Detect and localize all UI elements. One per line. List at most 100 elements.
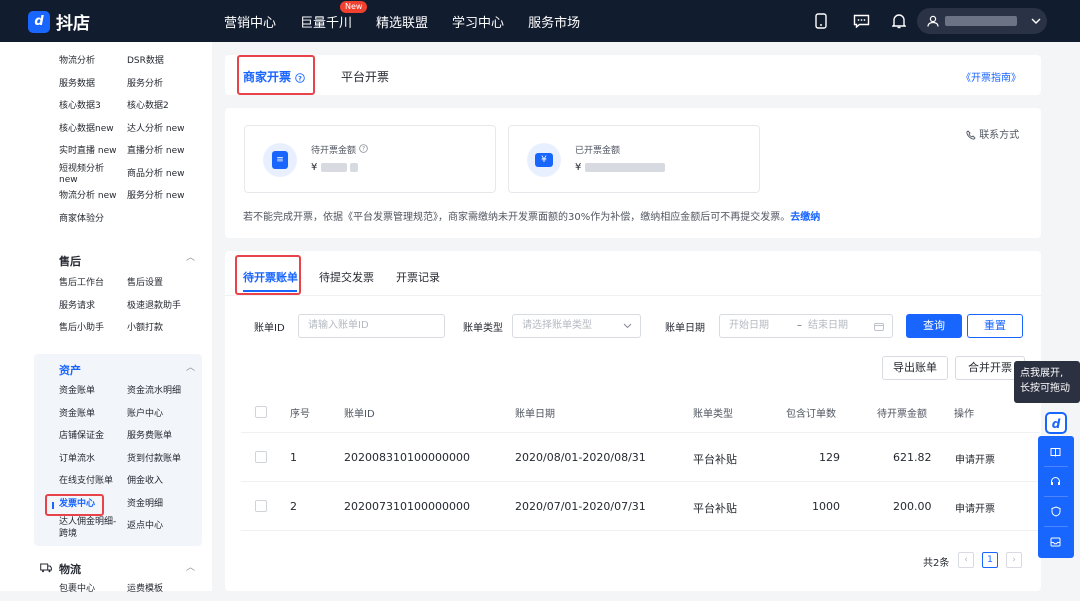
sidebar-item[interactable]: 实时直播 new xyxy=(59,140,127,163)
sidebar-item[interactable]: 达人佣金明细-跨境 xyxy=(59,515,123,543)
bell-icon[interactable] xyxy=(890,12,908,30)
sidebar-item[interactable]: 短视频分析 new xyxy=(59,163,119,186)
nav-qianchuan[interactable]: 巨量千川 New xyxy=(300,0,368,31)
sidebar-item[interactable]: 货到付款账单 xyxy=(127,448,207,471)
sidebar-item[interactable]: 账户中心 xyxy=(127,403,207,426)
sidebar-section-logistics[interactable]: 物流 xyxy=(59,561,81,577)
svg-text:?: ? xyxy=(362,147,365,153)
row-pending-amount: 621.82 xyxy=(893,451,932,464)
total-count: 共2条 xyxy=(923,558,950,569)
sidebar-item[interactable]: 资金账单 xyxy=(59,403,127,426)
row-checkbox[interactable] xyxy=(255,451,267,463)
pay-link[interactable]: 去缴纳 xyxy=(790,212,820,223)
mobile-icon[interactable] xyxy=(812,12,830,30)
contact-link[interactable]: 联系方式 xyxy=(966,126,1019,141)
sidebar-item[interactable]: 返点中心 xyxy=(127,515,207,538)
douyin-shop-logo-icon[interactable]: d xyxy=(1043,412,1069,436)
contact-label: 联系方式 xyxy=(979,130,1020,141)
sidebar-item[interactable]: 商家体验分 xyxy=(59,208,127,231)
chevron-up-icon[interactable]: ︿ xyxy=(186,250,195,263)
sidebar-item[interactable]: 资金明细 xyxy=(127,493,207,516)
nav-marketing[interactable]: 营销中心 xyxy=(224,12,276,31)
chevron-up-icon[interactable]: ︿ xyxy=(186,360,195,373)
nav-alliance[interactable]: 精选联盟 xyxy=(376,12,428,31)
inbox-icon[interactable] xyxy=(1049,535,1062,548)
sidebar-item[interactable]: 资金账单 xyxy=(59,380,127,403)
start-date-placeholder: 开始日期 xyxy=(729,320,769,331)
sidebar-item[interactable]: 售后工作台 xyxy=(59,272,127,295)
export-bill-button[interactable]: 导出账单 xyxy=(882,356,948,380)
prev-page-button[interactable]: ‹ xyxy=(958,552,974,568)
th-pending-amount: 待开票金额 xyxy=(877,409,927,420)
user-menu[interactable] xyxy=(917,8,1047,34)
sidebar-item[interactable]: 达人分析 new xyxy=(127,118,207,141)
nav-service-market[interactable]: 服务市场 xyxy=(528,12,580,31)
apply-invoice-link[interactable]: 申请开票 xyxy=(955,451,995,466)
sidebar-item[interactable]: 订单流水 xyxy=(59,448,127,471)
book-icon[interactable] xyxy=(1049,445,1062,458)
app-logo[interactable]: d 抖店 xyxy=(28,9,90,34)
sidebar-data-group: 物流分析 DSR数据 服务数据 服务分析 核心数据3 核心数据2 核心数据new… xyxy=(59,50,207,230)
shield-icon[interactable] xyxy=(1049,505,1062,518)
bill-id-input[interactable]: 请输入账单ID xyxy=(298,314,445,338)
sidebar-section-aftersale[interactable]: 售后 xyxy=(59,253,81,269)
invoice-doc-icon: ≡ xyxy=(263,143,297,177)
nav-learning[interactable]: 学习中心 xyxy=(452,12,504,31)
invoice-guide-link[interactable]: 《开票指南》 xyxy=(961,69,1021,84)
headset-icon[interactable] xyxy=(1049,475,1062,488)
sidebar-item[interactable]: DSR数据 xyxy=(127,50,207,73)
sidebar-item[interactable]: 极速退款助手 xyxy=(127,295,207,318)
sidebar-item[interactable]: 服务分析 new xyxy=(127,185,207,208)
bill-type-placeholder: 请选择账单类型 xyxy=(522,320,592,331)
row-bill-id-link[interactable]: 202007310100000000 xyxy=(344,500,470,513)
masked-amount xyxy=(320,162,347,172)
sidebar-item[interactable]: 核心数据2 xyxy=(127,95,207,118)
sidebar-item[interactable]: 包裹中心 xyxy=(59,578,127,601)
sidebar-item[interactable]: 物流分析 xyxy=(59,50,127,73)
query-button[interactable]: 查询 xyxy=(906,314,962,338)
sidebar-item[interactable]: 资金流水明细 xyxy=(127,380,207,403)
sidebar-logistics-group: 包裹中心 运费模板 xyxy=(59,578,207,601)
message-icon[interactable] xyxy=(852,12,870,30)
tab-platform-invoice[interactable]: 平台开票 xyxy=(341,68,389,85)
sidebar-item[interactable]: 在线支付账单 xyxy=(59,470,127,493)
tab-invoice-records[interactable]: 开票记录 xyxy=(396,269,440,285)
sidebar-item[interactable]: 核心数据new xyxy=(59,118,127,141)
sidebar-item[interactable]: 商品分析 new xyxy=(127,163,207,186)
sidebar-item[interactable]: 服务数据 xyxy=(59,73,127,96)
row-divider xyxy=(241,530,1040,531)
tab-pending-submit[interactable]: 待提交发票 xyxy=(319,269,374,285)
sidebar-item[interactable]: 售后小助手 xyxy=(59,317,127,340)
reset-button[interactable]: 重置 xyxy=(967,314,1023,338)
sidebar-item[interactable]: 服务费账单 xyxy=(127,425,207,448)
sidebar-item[interactable]: 核心数据3 xyxy=(59,95,127,118)
select-all-checkbox[interactable] xyxy=(255,406,267,418)
calendar-icon xyxy=(874,322,884,331)
bill-date-range[interactable]: 开始日期 – 结束日期 xyxy=(719,314,893,338)
sidebar-item[interactable]: 直播分析 new xyxy=(127,140,207,163)
bill-type-select[interactable]: 请选择账单类型 xyxy=(512,314,641,338)
next-page-button[interactable]: › xyxy=(1006,552,1022,568)
sidebar-item[interactable]: 服务分析 xyxy=(127,73,207,96)
nav-qianchuan-label: 巨量千川 xyxy=(300,15,353,31)
currency-symbol: ¥ xyxy=(311,162,318,173)
sidebar-item[interactable]: 店铺保证金 xyxy=(59,425,127,448)
sidebar-item[interactable]: 小额打款 xyxy=(127,317,207,340)
sidebar-item[interactable]: 服务请求 xyxy=(59,295,127,318)
sidebar-item[interactable]: 运费模板 xyxy=(127,578,207,601)
row-checkbox[interactable] xyxy=(255,500,267,512)
row-bill-date: 2020/07/01-2020/07/31 xyxy=(515,500,646,513)
sidebar-item[interactable]: 售后设置 xyxy=(127,272,207,295)
sidebar-section-asset[interactable]: 资产 xyxy=(59,362,81,378)
apply-invoice-link[interactable]: 申请开票 xyxy=(955,500,995,515)
sidebar-item[interactable]: 物流分析 new xyxy=(59,185,127,208)
tooltip-line-1: 点我展开, xyxy=(1020,368,1064,379)
row-bill-id-link[interactable]: 202008310100000000 xyxy=(344,451,470,464)
merchant-tab-highlight xyxy=(237,55,315,95)
sidebar-item[interactable]: 佣金收入 xyxy=(127,470,207,493)
help-circle-icon[interactable]: ? xyxy=(359,144,368,153)
th-bill-id: 账单ID xyxy=(344,409,375,420)
chevron-up-icon[interactable]: ︿ xyxy=(186,560,195,573)
row-no: 1 xyxy=(290,451,297,464)
page-number-button[interactable]: 1 xyxy=(982,552,998,568)
